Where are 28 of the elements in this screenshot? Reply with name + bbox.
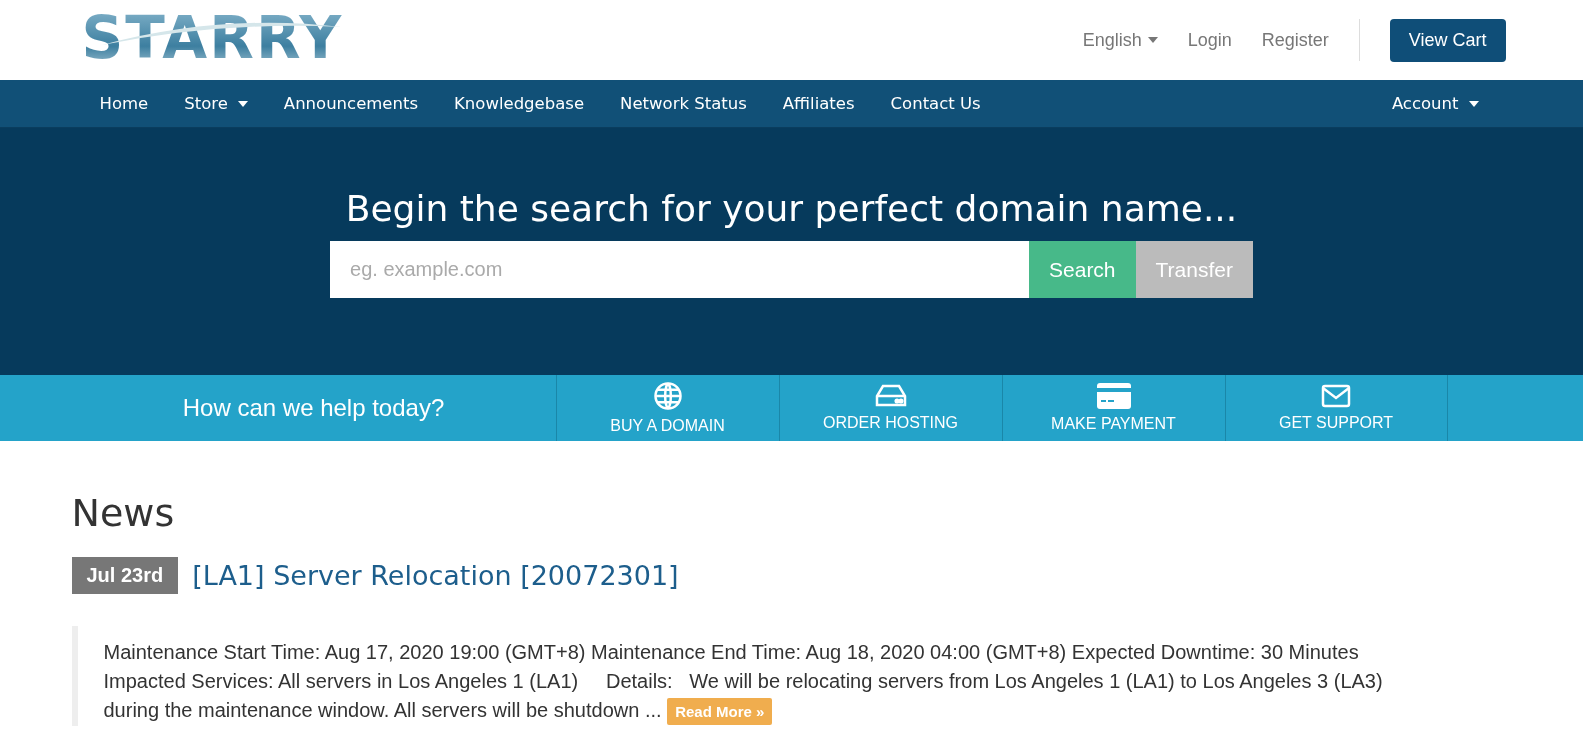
news-summary: Maintenance Start Time: Aug 17, 2020 19:00 (GMT+8) Maintenance End Time: Aug 18, 2020 04:00 (GMT+8) Expected Downtime: 30 Minutes Impacted Services: All servers in Los Angeles 1 (LA1) Details: We will be relocating servers from Los Angeles 1 (LA1) to Los Angeles 3 (LA3) during the maintenance window. All servers will be shutdown ... Read More » <box>103 638 1422 726</box>
nav-item[interactable]: Account <box>1373 94 1497 113</box>
help-action-link[interactable]: MAKE PAYMENT <box>1001 375 1225 441</box>
help-title: How can we help today? <box>181 393 446 423</box>
nav-item[interactable]: Knowledgebase <box>436 94 603 113</box>
news-heading: News <box>71 491 176 535</box>
search-button[interactable]: Search <box>1029 241 1136 298</box>
nav-item[interactable]: Store <box>166 94 266 113</box>
domain-search-field[interactable]: eg. example.com <box>330 241 1029 298</box>
view-cart-button[interactable]: View Cart <box>1389 18 1506 62</box>
news-title-link[interactable]: [LA1] Server Relocation [20072301] <box>192 560 679 591</box>
help-action-link[interactable]: ORDER HOSTING <box>778 375 1002 441</box>
hard-drive-icon <box>874 384 907 408</box>
header-link[interactable]: Register <box>1261 29 1329 51</box>
nav-item[interactable]: Announcements <box>265 94 437 113</box>
date-badge: Jul 23rd <box>71 557 179 594</box>
credit-card-icon <box>1096 383 1131 409</box>
nav-item[interactable]: Affiliates <box>764 94 873 113</box>
header-link[interactable]: Login <box>1187 29 1232 51</box>
nav-item[interactable]: Network Status <box>602 94 765 113</box>
mail-icon <box>1321 384 1351 408</box>
nav-item[interactable]: Home <box>81 94 167 113</box>
globe-icon <box>652 381 683 411</box>
help-action-link[interactable]: BUY A DOMAIN <box>555 375 779 441</box>
nav-item[interactable]: Contact Us <box>872 94 999 113</box>
hero-title: Begin the search for your perfect domain name... <box>345 188 1238 229</box>
help-action-link[interactable]: GET SUPPORT <box>1224 375 1448 441</box>
header-link[interactable]: English <box>1082 29 1158 51</box>
